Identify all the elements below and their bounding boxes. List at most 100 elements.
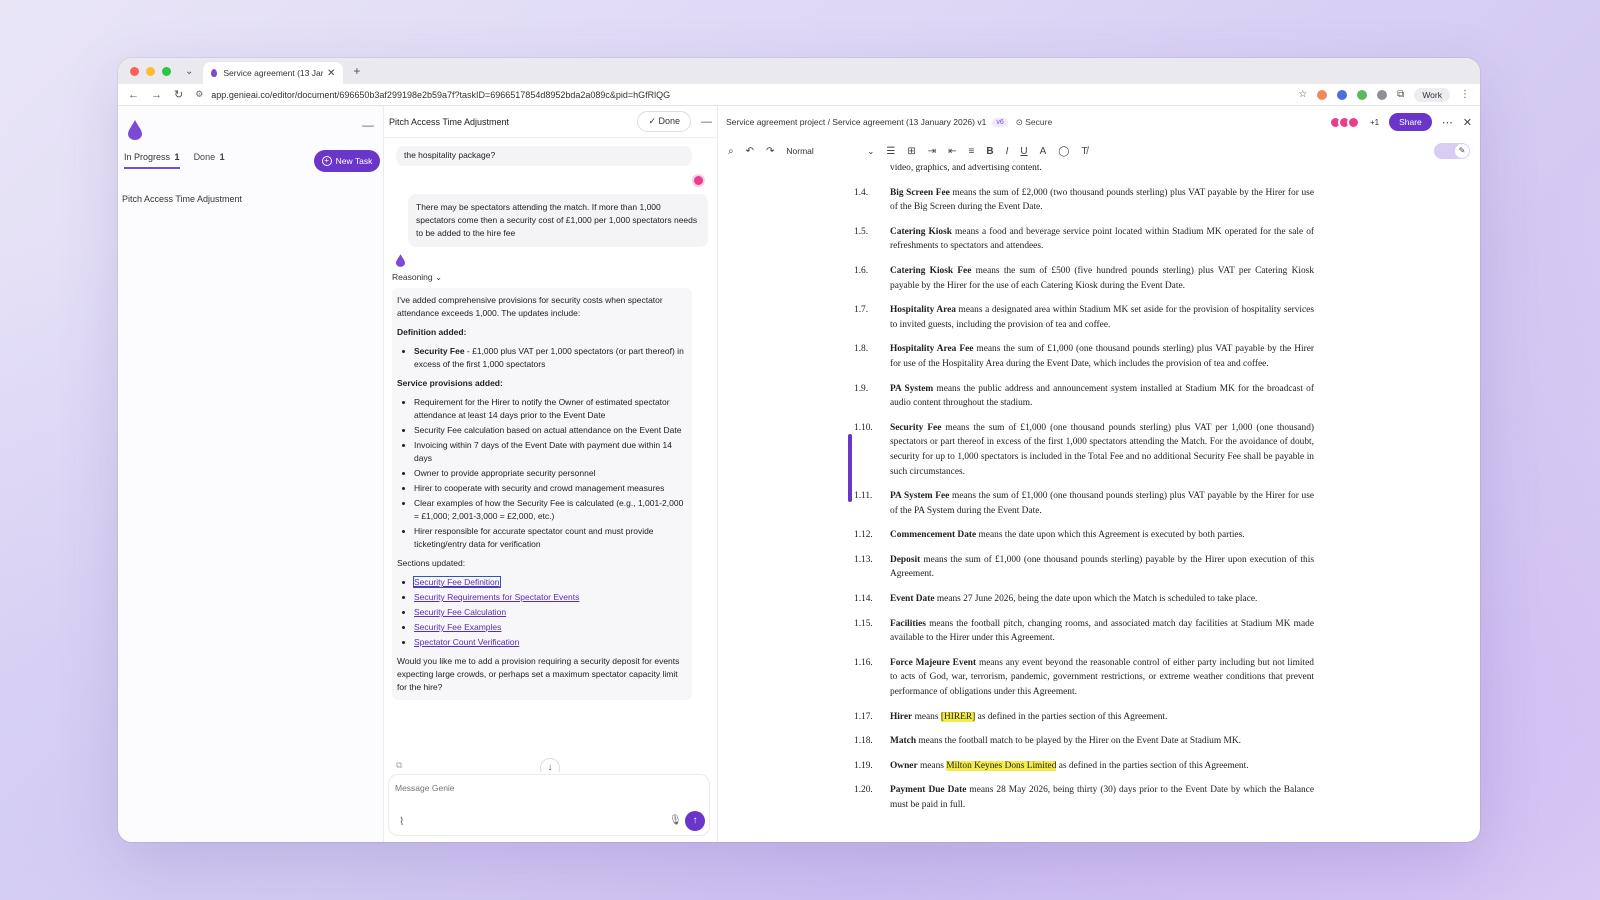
profile-button[interactable]: Work [1414, 87, 1450, 102]
clause-term: Deposit [890, 554, 921, 565]
edit-mode-toggle[interactable]: ✎ [1434, 143, 1470, 159]
clause-body: Facilities means the football pitch, cha… [890, 617, 1314, 646]
back-arrow-icon[interactable]: ← [128, 89, 139, 101]
forward-arrow-icon[interactable]: → [151, 89, 162, 101]
tab-done-label: Done [193, 152, 216, 162]
underline-icon[interactable]: U [1020, 146, 1027, 157]
clause: 1.4. Big Screen Fee means the sum of £2,0… [854, 186, 1314, 215]
collaborator-avatars[interactable] [1328, 115, 1360, 129]
paragraph-style-select[interactable]: Normal ⌄ [786, 146, 874, 157]
window-controls [130, 66, 171, 76]
copy-icon[interactable]: ⧉ [396, 760, 402, 771]
extension-2-icon[interactable] [1337, 89, 1348, 100]
table-icon[interactable]: ⊞ [907, 146, 915, 157]
share-button[interactable]: Share [1389, 113, 1432, 131]
numbered-list-icon[interactable]: ☰ [886, 146, 895, 157]
new-tab-plus-icon[interactable]: + [353, 64, 360, 78]
minimize-window-button[interactable] [146, 66, 155, 76]
indent-icon[interactable]: ⇥ [928, 146, 936, 157]
send-button[interactable]: ↑ [685, 811, 705, 831]
clause-term: Force Majeure Event [890, 657, 977, 668]
clause-text: means the football match to be played by… [916, 736, 1241, 747]
highlighted-placeholder[interactable]: [HIRER] [940, 711, 976, 722]
extension-3-icon[interactable] [1357, 89, 1368, 100]
document-header: Service agreement project / Service agre… [718, 106, 1480, 138]
bold-icon[interactable]: B [986, 146, 993, 157]
reasoning-toggle[interactable]: Reasoning ⌄ [392, 272, 442, 283]
task-status-tabs: In Progress 1 Done 1 [124, 152, 225, 169]
scroll-down-arrow-icon[interactable]: ↓ [540, 758, 560, 772]
chat-messages[interactable]: the hospitality package? There may be sp… [384, 138, 717, 772]
reasoning-label: Reasoning [392, 272, 433, 282]
clause-text: means [917, 760, 947, 771]
section-link-security-requirements[interactable]: Security Requirements for Spectator Even… [414, 592, 579, 602]
breadcrumb[interactable]: Service agreement project / Service agre… [726, 117, 986, 127]
document-body[interactable]: video, graphics, and advertising content… [718, 164, 1480, 842]
highlighted-placeholder[interactable]: Milton Keynes Dons Limited [946, 760, 1057, 771]
new-task-button[interactable]: + New Task [314, 150, 380, 172]
clause-term: Catering Kiosk [890, 226, 952, 237]
definition-heading: Definition added: [397, 327, 467, 337]
clause-term: Hospitality Area [890, 305, 956, 316]
tab-done[interactable]: Done 1 [194, 152, 225, 169]
extensions-puzzle-icon[interactable]: ⧉ [1397, 89, 1404, 100]
search-icon[interactable]: ⌕ [728, 146, 734, 157]
done-label: Done [658, 116, 680, 126]
microphone-icon[interactable]: 🎙 [669, 815, 682, 826]
collapse-panel-icon[interactable]: — [362, 118, 374, 132]
section-link-spectator-count[interactable]: Spectator Count Verification [414, 637, 519, 647]
tab-list-chevron-icon[interactable]: ⌄ [185, 66, 193, 77]
url-field[interactable]: app.genieai.co/editor/document/696650b3a… [211, 90, 1298, 100]
task-list-item[interactable]: Pitch Access Time Adjustment [122, 194, 242, 204]
clause-body: Payment Due Date means 28 May 2026, bein… [890, 783, 1314, 812]
undo-icon[interactable]: ↶ [746, 146, 754, 157]
maximize-window-button[interactable] [162, 66, 171, 76]
extension-4-icon[interactable] [1377, 89, 1388, 100]
close-icon[interactable]: ✕ [1463, 116, 1472, 129]
bookmark-star-icon[interactable]: ☆ [1298, 89, 1307, 100]
browser-tab[interactable]: Service agreement (13 Janua ✕ [203, 62, 344, 84]
chat-title: Pitch Access Time Adjustment [389, 116, 510, 127]
redo-icon[interactable]: ↷ [766, 146, 774, 157]
clause-number: 1.10. [854, 422, 873, 433]
outdent-icon[interactable]: ⇤ [948, 146, 956, 157]
italic-icon[interactable]: I [1006, 146, 1009, 157]
tab-close-icon[interactable]: ✕ [327, 68, 335, 79]
clause-text: means the date upon which this Agreement… [976, 530, 1245, 541]
clause-term: PA System [890, 383, 934, 394]
paperclip-icon[interactable]: ⌇ [399, 815, 404, 828]
minimize-chat-icon[interactable]: — [701, 116, 712, 128]
clause-term: Security Fee [890, 422, 942, 433]
clause: 1.5. Catering Kiosk means a food and beve… [854, 225, 1314, 254]
align-icon[interactable]: ≡ [969, 146, 975, 157]
done-button[interactable]: ✓ Done [637, 111, 691, 132]
list-item: Requirement for the Hirer to notify the … [414, 396, 687, 422]
message-input[interactable] [395, 783, 675, 793]
close-window-button[interactable] [130, 66, 139, 76]
version-badge[interactable]: v6 [992, 117, 1008, 127]
reload-icon[interactable]: ↻ [174, 88, 183, 101]
genie-favicon-icon [211, 69, 218, 77]
paragraph-style-value: Normal [786, 145, 814, 156]
tab-in-progress-label: In Progress [124, 152, 171, 162]
site-settings-icon[interactable]: ⚙ [195, 89, 203, 100]
text-color-icon[interactable]: A [1040, 146, 1047, 157]
clause: 1.11. PA System Fee means the sum of £1,0… [854, 489, 1314, 518]
clause-body: Catering Kiosk Fee means the sum of £500… [890, 264, 1314, 293]
clause: 1.18. Match means the football match to b… [854, 734, 1314, 749]
clause: 1.14. Event Date means 27 June 2026, bein… [854, 592, 1314, 607]
list-item: Security Fee Examples [414, 621, 687, 634]
highlight-circle-icon[interactable]: ◯ [1058, 146, 1069, 157]
document-header-actions: +1 Share ⋯ ✕ [1328, 113, 1472, 131]
tab-in-progress[interactable]: In Progress 1 [124, 152, 180, 169]
section-link-security-fee-definition[interactable]: Security Fee Definition [413, 576, 501, 588]
extension-1-icon[interactable] [1317, 89, 1328, 100]
section-link-security-fee-calculation[interactable]: Security Fee Calculation [414, 607, 506, 617]
more-options-icon[interactable]: ⋯ [1442, 116, 1453, 129]
clause-number: 1.6. [854, 265, 869, 276]
section-link-security-fee-examples[interactable]: Security Fee Examples [414, 622, 501, 632]
browser-menu-icon[interactable]: ⋮ [1460, 89, 1470, 100]
clause-text: as defined in the parties section of thi… [1056, 760, 1249, 771]
clear-format-icon[interactable]: T̸ [1082, 146, 1088, 157]
list-item: Owner to provide appropriate security pe… [414, 467, 687, 480]
